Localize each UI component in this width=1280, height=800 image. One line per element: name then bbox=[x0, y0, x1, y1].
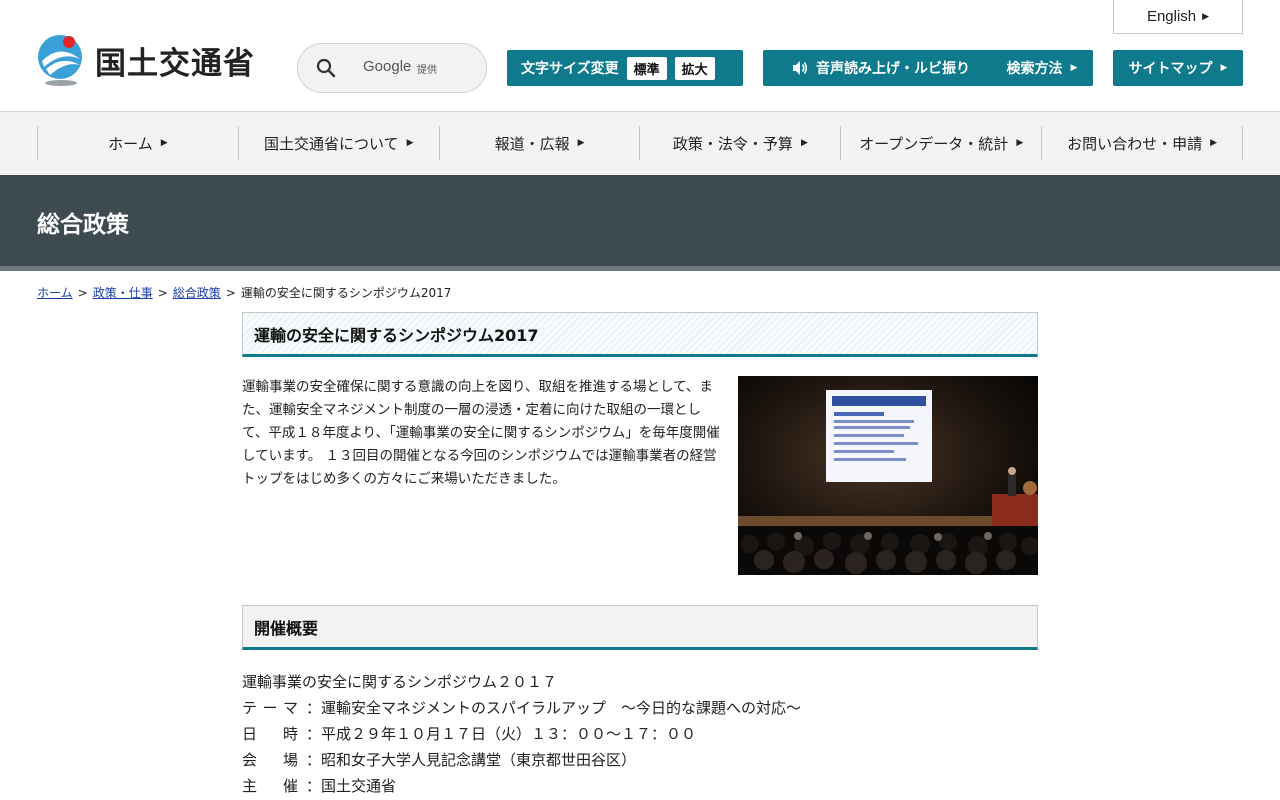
overview-heading: 開催概要 bbox=[242, 605, 1038, 650]
page-title: 運輸の安全に関するシンポジウム2017 bbox=[242, 312, 1038, 357]
nav-item-home[interactable]: ホーム ▶ bbox=[37, 126, 238, 160]
overview-row-theme: テーマ ：運輸安全マネジメントのスパイラルアップ ～今日的な課題への対応～ bbox=[242, 695, 801, 721]
nav-item-about[interactable]: 国土交通省について ▶ bbox=[237, 126, 439, 160]
triangle-right-icon: ▶ bbox=[1210, 138, 1218, 148]
overview-value: ：平成２９年１０月１７日（火）１３：００～１７：００ bbox=[306, 725, 697, 743]
search-provided-label: 提供 bbox=[417, 65, 437, 76]
symposium-photo bbox=[738, 376, 1038, 575]
overview-key: テーマ bbox=[242, 699, 298, 717]
nav-item-contact[interactable]: お問い合わせ・申請 ▶ bbox=[1041, 126, 1243, 160]
overview-value: ：昭和女子大学人見記念講堂（東京都世田谷区） bbox=[306, 751, 637, 769]
site-header: 国土交通省 Google 提供 English ▶ 文字サイズ変更 標準 拡大 … bbox=[0, 0, 1280, 112]
breadcrumb: ホーム > 政策・仕事 > 総合政策 > 運輸の安全に関するシンポジウム2017 bbox=[37, 284, 451, 301]
overview-title: 運輸事業の安全に関するシンポジウム２０１７ bbox=[242, 673, 558, 691]
section-banner: 総合政策 bbox=[0, 175, 1280, 266]
english-button[interactable]: English ▶ bbox=[1113, 0, 1243, 34]
nav-item-label: 報道・広報 bbox=[494, 134, 570, 153]
sitemap-label: サイトマップ bbox=[1128, 61, 1213, 77]
breadcrumb-link-general-policy[interactable]: 総合政策 bbox=[173, 284, 221, 301]
triangle-right-icon: ▶ bbox=[577, 138, 585, 148]
breadcrumb-link-policy-work[interactable]: 政策・仕事 bbox=[93, 284, 153, 301]
speaker-icon bbox=[792, 60, 808, 76]
english-label: English bbox=[1146, 8, 1197, 25]
nav-item-label: お問い合わせ・申請 bbox=[1067, 134, 1203, 153]
nav-item-label: ホーム bbox=[108, 134, 153, 153]
font-size-standard-button[interactable]: 標準 bbox=[626, 56, 667, 80]
search-provider-label: Google bbox=[363, 58, 412, 75]
overview-key: 会場 bbox=[242, 751, 298, 769]
site-logo[interactable]: 国土交通省 bbox=[36, 33, 255, 87]
triangle-right-icon: ▶ bbox=[800, 138, 808, 148]
nav-item-policy[interactable]: 政策・法令・予算 ▶ bbox=[639, 126, 840, 160]
breadcrumb-separator: > bbox=[225, 285, 236, 300]
voice-label: 音声読み上げ・ルビ振り bbox=[816, 61, 970, 77]
font-size-label: 文字サイズ変更 bbox=[521, 61, 619, 77]
overview-section: 運輸事業の安全に関するシンポジウム２０１７ テーマ ：運輸安全マネジメントのスパ… bbox=[242, 669, 801, 799]
nav-item-label: 国土交通省について bbox=[264, 134, 399, 153]
overview-key: 主催 bbox=[242, 777, 298, 795]
sitemap-button[interactable]: サイトマップ ▶ bbox=[1113, 50, 1243, 86]
breadcrumb-separator: > bbox=[77, 285, 88, 300]
triangle-right-icon: ▶ bbox=[406, 138, 414, 148]
triangle-right-icon: ▶ bbox=[1070, 63, 1078, 73]
search-icon[interactable] bbox=[316, 58, 336, 78]
banner-divider bbox=[0, 266, 1280, 271]
nav-item-opendata[interactable]: オープンデータ・統計 ▶ bbox=[840, 126, 1041, 160]
overview-key: 日時 bbox=[242, 725, 298, 743]
mlit-logo-icon bbox=[36, 33, 86, 87]
triangle-right-icon: ▶ bbox=[1202, 11, 1210, 21]
global-nav: ホーム ▶ 国土交通省について ▶ 報道・広報 ▶ 政策・法令・予算 ▶ オープンデータ… bbox=[0, 112, 1280, 175]
triangle-right-icon: ▶ bbox=[160, 138, 168, 148]
breadcrumb-current: 運輸の安全に関するシンポジウム2017 bbox=[240, 286, 452, 300]
font-size-large-button[interactable]: 拡大 bbox=[674, 56, 715, 80]
overview-value: ：運輸安全マネジメントのスパイラルアップ ～今日的な課題への対応～ bbox=[306, 699, 802, 717]
site-search-box[interactable]: Google 提供 bbox=[297, 43, 487, 93]
nav-item-press[interactable]: 報道・広報 ▶ bbox=[438, 126, 640, 160]
overview-row-datetime: 日時 ：平成２９年１０月１７日（火）１３：００～１７：００ bbox=[242, 721, 801, 747]
overview-row-venue: 会場 ：昭和女子大学人見記念講堂（東京都世田谷区） bbox=[242, 747, 801, 773]
section-title: 総合政策 bbox=[37, 212, 129, 238]
search-method-button[interactable]: 検索方法 ▶ bbox=[991, 50, 1093, 86]
overview-value: ：国土交通省 bbox=[306, 777, 397, 795]
triangle-right-icon: ▶ bbox=[1016, 138, 1024, 148]
breadcrumb-link-home[interactable]: ホーム bbox=[37, 284, 73, 301]
nav-item-label: 政策・法令・予算 bbox=[672, 134, 793, 153]
breadcrumb-separator: > bbox=[157, 285, 168, 300]
overview-row-organizer: 主催 ：国土交通省 bbox=[242, 773, 801, 799]
font-size-control: 文字サイズ変更 標準 拡大 bbox=[507, 50, 743, 86]
nav-item-label: オープンデータ・統計 bbox=[859, 134, 1009, 153]
intro-paragraph: 運輸事業の安全確保に関する意識の向上を図り、取組を推進する場として、また、運輸安… bbox=[242, 379, 720, 487]
search-method-label: 検索方法 bbox=[1006, 61, 1063, 77]
voice-ruby-button[interactable]: 音声読み上げ・ルビ振り bbox=[763, 50, 999, 86]
logo-text: 国土交通省 bbox=[95, 45, 255, 82]
triangle-right-icon: ▶ bbox=[1220, 63, 1228, 73]
